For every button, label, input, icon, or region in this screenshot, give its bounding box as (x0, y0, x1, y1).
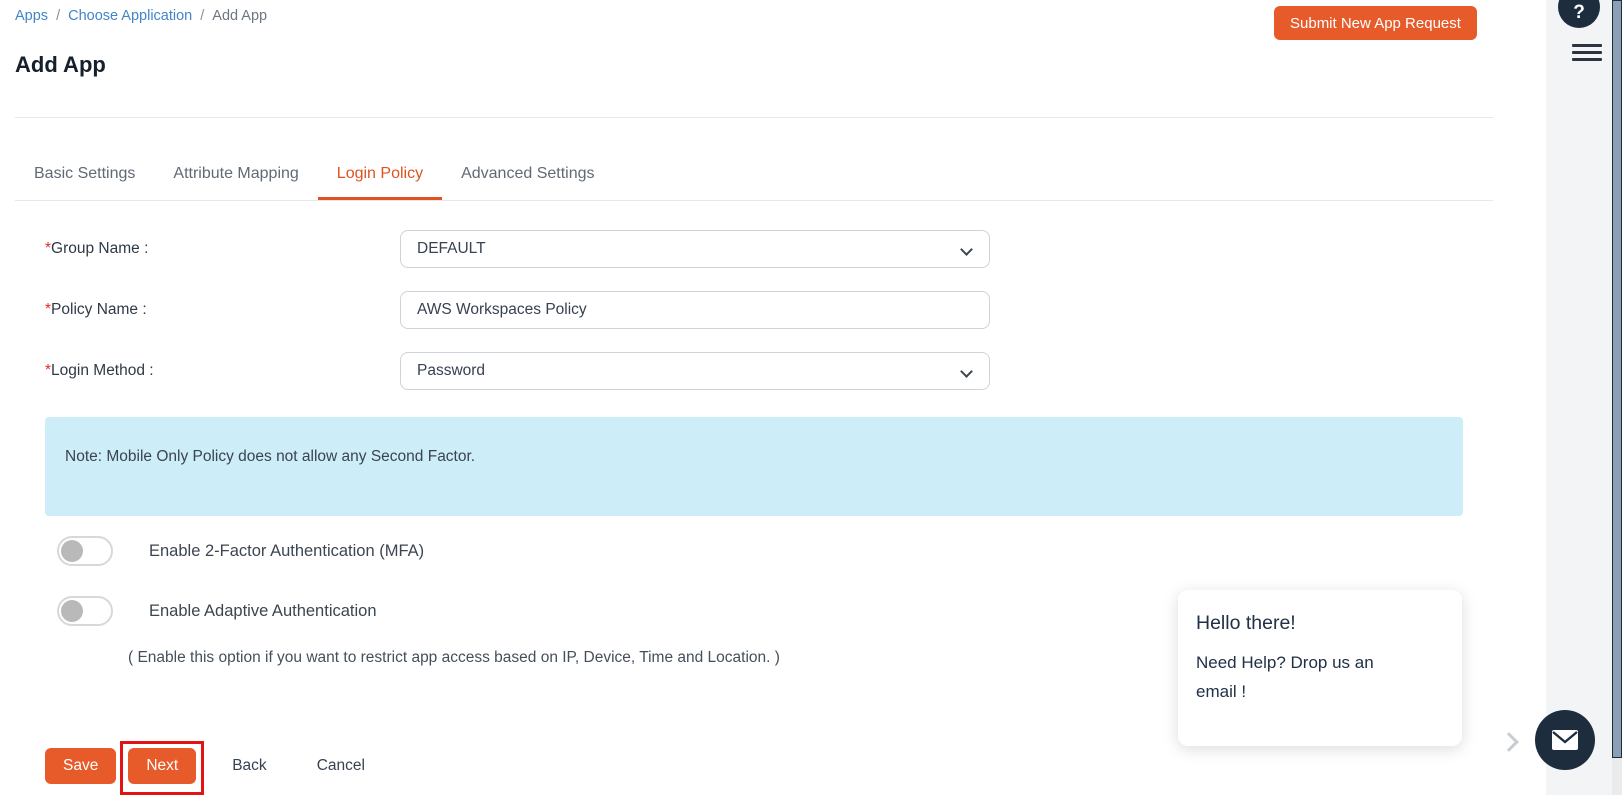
back-button[interactable]: Back (216, 748, 282, 784)
mail-icon (1552, 730, 1578, 750)
breadcrumb-choose-application[interactable]: Choose Application (68, 8, 192, 24)
policy-name-input[interactable] (400, 291, 990, 329)
login-method-select[interactable]: Password (400, 352, 990, 390)
group-name-row: *Group Name : DEFAULT (45, 230, 1463, 268)
mfa-toggle-row: Enable 2-Factor Authentication (MFA) (57, 536, 424, 566)
cancel-button[interactable]: Cancel (301, 748, 381, 784)
menu-bar (1572, 51, 1602, 54)
toggle-knob (61, 540, 83, 562)
adaptive-auth-toggle-row: Enable Adaptive Authentication (57, 596, 377, 626)
chat-pointer-chevron-icon (1499, 732, 1519, 752)
menu-bar (1572, 44, 1602, 47)
tab-basic-settings[interactable]: Basic Settings (15, 150, 154, 200)
menu-icon[interactable] (1572, 44, 1602, 65)
next-button-highlight: Next (120, 741, 205, 795)
breadcrumb-add-app: Add App (212, 8, 268, 24)
chat-message-line1: Need Help? Drop us an (1196, 653, 1374, 672)
action-buttons: Save Next Back Cancel (45, 741, 381, 795)
tab-advanced-settings[interactable]: Advanced Settings (442, 150, 613, 200)
toggle-knob (61, 600, 83, 622)
breadcrumb-apps[interactable]: Apps (15, 8, 48, 24)
next-button[interactable]: Next (128, 748, 197, 784)
title-divider (15, 117, 1493, 118)
chevron-down-icon (960, 365, 973, 378)
chat-message-line2: email ! (1196, 682, 1247, 701)
breadcrumb: Apps / Choose Application / Add App (15, 8, 267, 24)
mfa-toggle[interactable] (57, 536, 113, 566)
note-banner: Note: Mobile Only Policy does not allow … (45, 417, 1463, 516)
tab-attribute-mapping[interactable]: Attribute Mapping (154, 150, 317, 200)
save-button[interactable]: Save (45, 748, 117, 784)
chat-popup: Hello there! Need Help? Drop us an email… (1178, 590, 1462, 746)
login-method-label-text: Login Method : (51, 362, 154, 379)
group-name-label: *Group Name : (45, 230, 148, 268)
adaptive-auth-toggle-label: Enable Adaptive Authentication (149, 601, 377, 620)
group-name-select[interactable]: DEFAULT (400, 230, 990, 268)
login-method-value: Password (417, 362, 486, 379)
tab-bar: Basic Settings Attribute Mapping Login P… (15, 150, 1493, 201)
policy-name-row: *Policy Name : (45, 291, 1463, 329)
scrollbar-thumb[interactable] (1612, 0, 1622, 758)
policy-name-label: *Policy Name : (45, 291, 147, 329)
submit-new-app-request-button[interactable]: Submit New App Request (1274, 6, 1477, 40)
mfa-toggle-label: Enable 2-Factor Authentication (MFA) (149, 541, 425, 560)
login-method-label: *Login Method : (45, 352, 154, 390)
group-name-label-text: Group Name : (51, 240, 149, 257)
right-rail (1546, 0, 1612, 795)
group-name-value: DEFAULT (417, 240, 486, 257)
breadcrumb-separator: / (56, 8, 61, 24)
tab-login-policy[interactable]: Login Policy (317, 150, 443, 200)
add-app-page: Apps / Choose Application / Add App Subm… (0, 0, 1622, 795)
scrollbar-track[interactable] (1612, 0, 1622, 795)
breadcrumb-separator: / (200, 8, 205, 24)
adaptive-auth-toggle[interactable] (57, 596, 113, 626)
chat-mail-button[interactable] (1535, 710, 1595, 770)
page-title: Add App (15, 52, 106, 77)
menu-bar (1572, 58, 1602, 61)
login-method-row: *Login Method : Password (45, 352, 1463, 390)
policy-name-label-text: Policy Name : (51, 301, 147, 318)
adaptive-auth-hint: ( Enable this option if you want to rest… (128, 649, 780, 666)
chat-greeting: Hello there! (1196, 612, 1296, 634)
chevron-down-icon (960, 243, 973, 256)
